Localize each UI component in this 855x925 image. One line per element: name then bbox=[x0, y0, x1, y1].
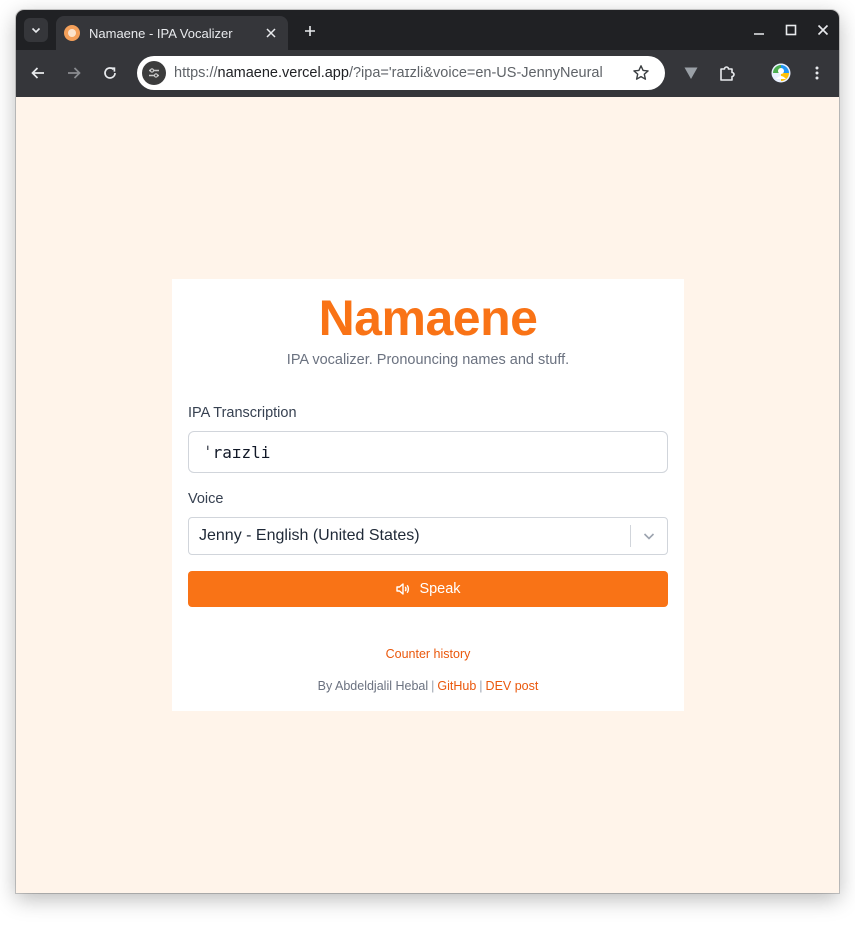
ipa-label: IPA Transcription bbox=[188, 405, 297, 421]
page-title: Namaene bbox=[318, 290, 538, 346]
tab-strip: Namaene - IPA Vocalizer bbox=[16, 10, 839, 50]
footer-author: By Abdeldjalil Hebal bbox=[317, 679, 429, 693]
url-text: https://namaene.vercel.app/?ipa='raɪzli&… bbox=[174, 65, 614, 81]
arrow-left-icon bbox=[31, 67, 44, 79]
plus-icon bbox=[305, 26, 315, 36]
extensions-button[interactable] bbox=[715, 61, 739, 85]
minimize-button[interactable] bbox=[747, 18, 771, 42]
speak-button[interactable]: Speak bbox=[188, 571, 668, 607]
close-window-button[interactable] bbox=[811, 18, 835, 42]
star-icon bbox=[633, 65, 649, 80]
forward-button[interactable] bbox=[62, 61, 86, 85]
vpn-extension-button[interactable] bbox=[679, 61, 703, 85]
counter-history-link[interactable]: Counter history bbox=[172, 647, 684, 661]
arrow-right-icon bbox=[68, 67, 81, 79]
maximize-icon bbox=[785, 24, 797, 36]
footer: By Abdeldjalil Hebal | GitHub | DEV post bbox=[172, 679, 684, 693]
voice-dropdown-toggle[interactable] bbox=[631, 518, 667, 554]
close-icon bbox=[817, 24, 829, 36]
voice-label: Voice bbox=[188, 491, 224, 507]
vocalizer-card: Namaene IPA vocalizer. Pronouncing names… bbox=[172, 279, 684, 711]
tune-icon bbox=[149, 68, 159, 78]
tab-search-button[interactable] bbox=[24, 18, 48, 42]
close-icon bbox=[266, 28, 276, 38]
profile-avatar[interactable] bbox=[769, 61, 793, 85]
footer-separator: | bbox=[479, 679, 483, 693]
dev-post-link[interactable]: DEV post bbox=[486, 679, 539, 693]
url-path: /?ipa='raɪzli&voice=en-US-JennyNeural bbox=[348, 65, 603, 81]
browser-window: Namaene - IPA Vocalizer https://namaene.… bbox=[16, 10, 839, 893]
reload-button[interactable] bbox=[98, 61, 122, 85]
browser-tab[interactable]: Namaene - IPA Vocalizer bbox=[56, 16, 288, 50]
speak-label: Speak bbox=[419, 581, 461, 597]
url-scheme: https:// bbox=[174, 65, 218, 81]
chevron-down-icon bbox=[31, 27, 41, 34]
back-button[interactable] bbox=[26, 61, 50, 85]
tagline: IPA vocalizer. Pronouncing names and stu… bbox=[286, 352, 570, 368]
favicon-icon bbox=[64, 25, 80, 41]
maximize-button[interactable] bbox=[779, 18, 803, 42]
avatar-icon bbox=[771, 63, 791, 83]
site-info-button[interactable] bbox=[142, 61, 166, 85]
address-bar[interactable]: https://namaene.vercel.app/?ipa='raɪzli&… bbox=[137, 56, 665, 90]
bookmark-star-button[interactable] bbox=[631, 63, 651, 83]
tab-title: Namaene - IPA Vocalizer bbox=[89, 25, 233, 41]
browser-toolbar: https://namaene.vercel.app/?ipa='raɪzli&… bbox=[16, 50, 839, 97]
minimize-icon bbox=[754, 33, 764, 35]
menu-button[interactable] bbox=[805, 61, 829, 85]
ipa-input[interactable] bbox=[188, 431, 668, 473]
speaker-icon bbox=[396, 583, 410, 595]
github-link[interactable]: GitHub bbox=[437, 679, 476, 693]
url-host: namaene.vercel.app bbox=[217, 65, 349, 81]
new-tab-button[interactable] bbox=[298, 19, 322, 43]
footer-separator: | bbox=[431, 679, 435, 693]
voice-select[interactable]: Jenny - English (United States) bbox=[188, 517, 668, 555]
chevron-down-icon bbox=[643, 533, 655, 540]
voice-select-value: Jenny - English (United States) bbox=[199, 527, 420, 544]
tab-close-button[interactable] bbox=[262, 24, 280, 42]
triangle-extension-icon bbox=[684, 67, 698, 79]
puzzle-icon bbox=[720, 66, 735, 81]
reload-icon bbox=[104, 67, 116, 79]
more-vertical-icon bbox=[815, 66, 819, 80]
